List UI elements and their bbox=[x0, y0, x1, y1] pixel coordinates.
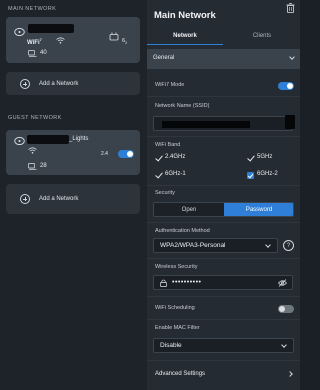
network-settings-panel: Main Network Network Clients General WiF… bbox=[147, 0, 300, 390]
main-network-card[interactable]: WiFi7 62 40 bbox=[6, 17, 140, 63]
divider bbox=[147, 96, 300, 97]
add-network-button-main[interactable]: Add a Network bbox=[6, 72, 140, 95]
guest-band-label: 2.4 bbox=[101, 151, 108, 157]
tab-clients[interactable]: Clients bbox=[224, 28, 300, 44]
security-open-option[interactable]: Open bbox=[154, 203, 224, 216]
auth-method-label: Authentication Method bbox=[155, 228, 210, 234]
guest-client-count: 28 bbox=[40, 163, 47, 169]
password-mask: •••••••••• bbox=[172, 279, 202, 286]
guest-network-toggle[interactable] bbox=[118, 150, 134, 158]
divider bbox=[147, 222, 300, 223]
wifi-icon bbox=[56, 37, 65, 44]
security-segmented-control: Open Password bbox=[153, 202, 294, 217]
router-icon bbox=[14, 27, 25, 36]
help-icon[interactable]: ? bbox=[283, 240, 294, 251]
auth-method-value: WPA2/WPA3-Personal bbox=[160, 242, 226, 249]
ssid-input[interactable] bbox=[153, 115, 295, 131]
network-list-pane: MAIN NETWORK WiFi7 62 40 Add a Network G… bbox=[0, 0, 147, 390]
password-input[interactable]: •••••••••• bbox=[153, 275, 293, 290]
active-tab-indicator bbox=[147, 44, 223, 45]
add-network-label: Add a Network bbox=[39, 196, 79, 202]
chevron-down-icon bbox=[289, 54, 295, 60]
wifi7-mode-label: WiFi7 Mode bbox=[155, 82, 185, 88]
add-circle-icon bbox=[20, 78, 30, 89]
trash-icon[interactable] bbox=[286, 3, 295, 13]
main-network-section-title: MAIN NETWORK bbox=[8, 6, 57, 12]
band-checkbox-6ghz-2[interactable]: 6GHz-2 bbox=[247, 171, 297, 181]
security-password-option[interactable]: Password bbox=[224, 203, 293, 216]
band-icon bbox=[109, 32, 119, 41]
tab-bar: Network Clients bbox=[147, 28, 300, 45]
toggle-knob bbox=[279, 306, 285, 312]
divider bbox=[147, 185, 300, 186]
guest-network-card[interactable]: _Lights 2.4 28 bbox=[6, 130, 140, 175]
divider bbox=[147, 258, 300, 259]
main-band-label: 62 bbox=[122, 38, 128, 46]
band-checkbox-2-4ghz[interactable]: 2.4GHz bbox=[155, 154, 215, 164]
clients-icon bbox=[28, 50, 37, 57]
main-client-count: 40 bbox=[40, 50, 47, 56]
tab-network[interactable]: Network bbox=[147, 28, 223, 44]
wireless-security-label: Wireless Security bbox=[155, 264, 198, 270]
band-checkbox-6ghz-1[interactable]: 6GHz-1 bbox=[155, 171, 215, 181]
guest-name-suffix: _Lights bbox=[69, 136, 89, 142]
add-circle-icon bbox=[20, 194, 30, 204]
chevron-right-icon bbox=[287, 371, 293, 377]
router-icon bbox=[14, 136, 25, 145]
toggle-knob bbox=[287, 83, 293, 89]
wifi-band-label: WiFi Band bbox=[155, 142, 181, 148]
checkbox-checked-icon bbox=[247, 172, 254, 179]
chevron-down-icon bbox=[281, 342, 287, 348]
ssid-redacted-edge bbox=[285, 115, 295, 129]
auth-method-select[interactable]: WPA2/WPA3-Personal bbox=[153, 238, 278, 253]
panel-title: Main Network bbox=[154, 10, 216, 21]
mac-filter-label: Enable MAC Filter bbox=[155, 325, 200, 331]
guest-name-redacted bbox=[27, 135, 69, 144]
wifi-icon bbox=[28, 147, 37, 154]
security-label: Security bbox=[155, 190, 175, 196]
clients-icon bbox=[28, 163, 37, 170]
check-icon bbox=[155, 155, 162, 162]
ssid-label: Network Name (SSID) bbox=[155, 103, 210, 109]
add-network-label: Add a Network bbox=[39, 80, 79, 87]
divider bbox=[147, 136, 300, 137]
advanced-settings-label: Advanced Settings bbox=[155, 371, 206, 377]
ssid-redacted bbox=[162, 121, 250, 128]
wifi-scheduling-toggle[interactable] bbox=[278, 305, 294, 313]
check-icon bbox=[155, 172, 162, 179]
mac-filter-value: Disable bbox=[160, 342, 182, 349]
wifi-scheduling-label: WiFi Scheduling bbox=[155, 305, 195, 311]
chevron-down-icon bbox=[265, 242, 271, 248]
mac-filter-select[interactable]: Disable bbox=[153, 338, 294, 353]
lock-icon bbox=[160, 279, 167, 287]
band-checkbox-5ghz[interactable]: 5GHz bbox=[247, 154, 297, 164]
add-network-button-guest[interactable]: Add a Network bbox=[6, 184, 140, 214]
eye-off-icon[interactable] bbox=[278, 279, 287, 287]
wifi-badge: WiFi7 bbox=[27, 37, 42, 46]
divider bbox=[147, 360, 300, 361]
guest-network-section-title: GUEST NETWORK bbox=[8, 115, 62, 121]
general-section-label: General bbox=[153, 55, 175, 61]
divider bbox=[147, 319, 300, 320]
advanced-settings-row[interactable]: Advanced Settings bbox=[147, 365, 300, 385]
check-icon bbox=[247, 155, 254, 162]
general-section-header[interactable]: General bbox=[147, 49, 300, 69]
divider bbox=[147, 296, 300, 297]
network-name-redacted bbox=[28, 24, 74, 33]
wifi7-mode-toggle[interactable] bbox=[278, 82, 294, 90]
toggle-knob bbox=[127, 151, 133, 157]
